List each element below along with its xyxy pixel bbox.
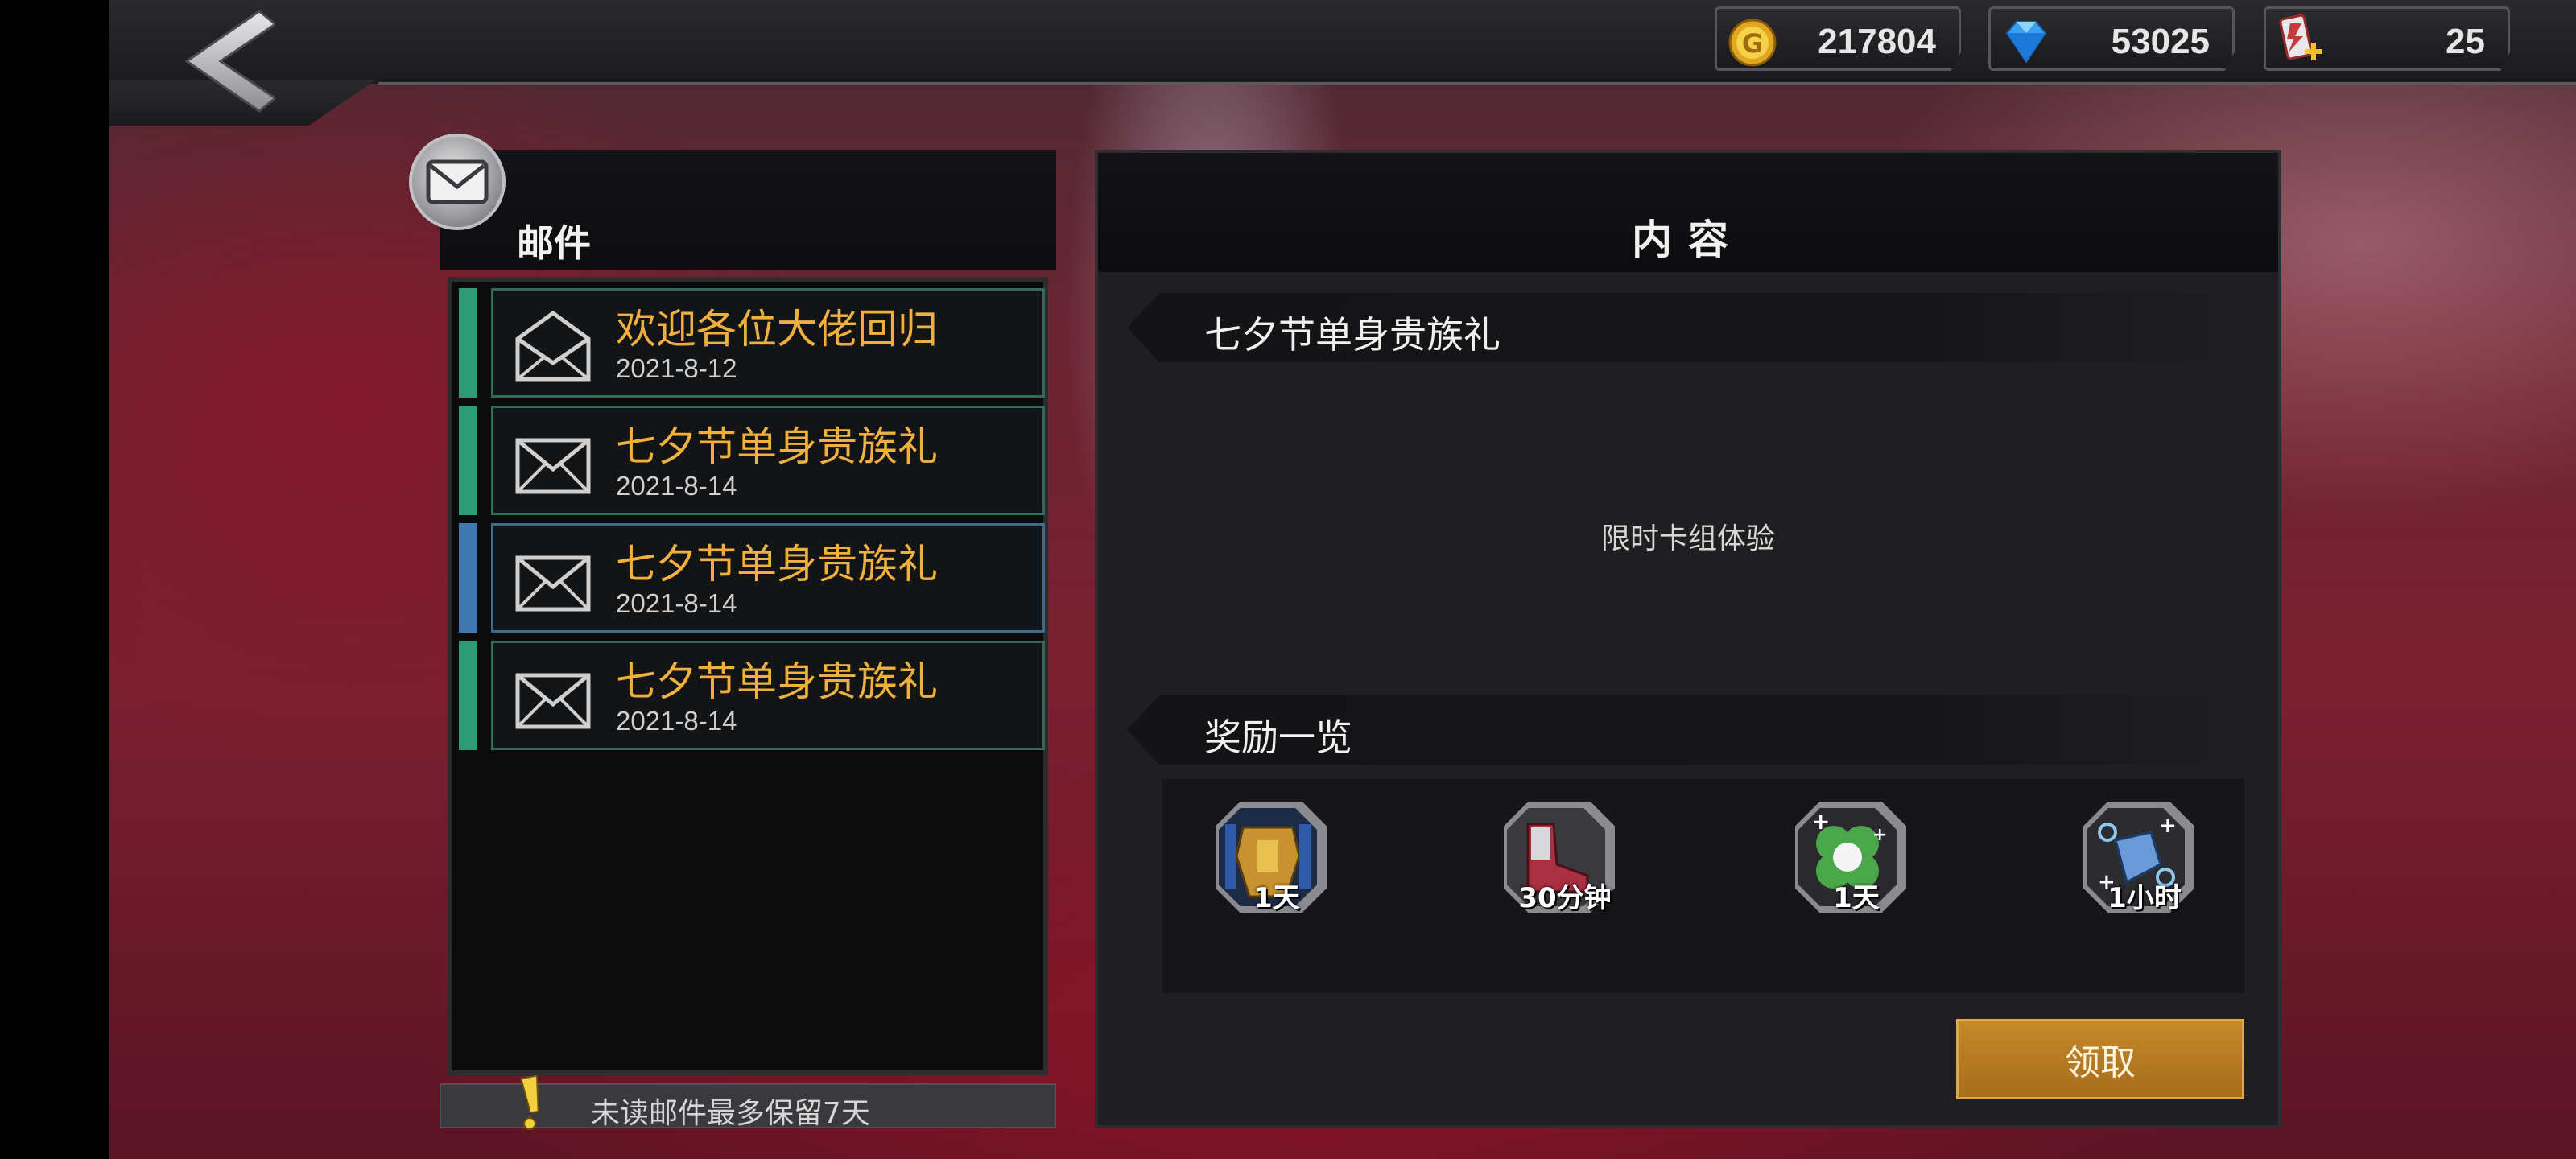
reward-duration: 1天 — [1253, 882, 1300, 914]
gold-value: 217804 — [1818, 22, 1936, 61]
mail-subject-heading: 七夕节单身贵族礼 — [1204, 313, 1501, 357]
top-bar-divider — [378, 82, 2576, 85]
envelope-icon — [515, 438, 591, 494]
mail-date: 2021-8-12 — [616, 353, 737, 383]
mail-subject: 欢迎各位大佬回归 — [616, 306, 938, 353]
content-panel: 内容 七夕节单身贵族礼 限时卡组体验 奖励一览 1天 30分钟 + + 1天 +… — [1095, 150, 2281, 1128]
envelope-open-icon — [515, 310, 591, 382]
mail-body-text: 限时卡组体验 — [1600, 522, 1775, 555]
reward-item[interactable]: + + 1小时 — [2080, 802, 2201, 922]
reward-duration: 1天 — [1833, 882, 1880, 914]
mail-date: 2021-8-14 — [616, 588, 737, 618]
exclamation-icon — [520, 1075, 539, 1130]
mail-item-accent — [459, 641, 477, 750]
svg-text:+: + — [1872, 825, 1887, 845]
mail-badge — [409, 134, 506, 230]
envelope-icon — [515, 673, 591, 729]
diamond-icon — [2005, 21, 2047, 64]
reward-duration: 1小时 — [2107, 882, 2182, 914]
mail-item-box: 七夕节单身贵族礼 2021-8-14 — [491, 523, 1045, 633]
mail-notice: 未读邮件最多保留7天 — [440, 1075, 1056, 1130]
reward-item[interactable]: 1天 — [1212, 802, 1333, 922]
mail-item[interactable]: 七夕节单身贵族礼 2021-8-14 — [459, 406, 1045, 515]
envelope-icon — [515, 555, 591, 612]
mail-panel-title: 邮件 — [517, 221, 591, 265]
mail-notice-text: 未读邮件最多保留7天 — [591, 1097, 870, 1130]
mail-subject: 七夕节单身贵族礼 — [616, 658, 938, 705]
mail-item-accent — [459, 523, 477, 633]
mail-item-box: 七夕节单身贵族礼 2021-8-14 — [491, 641, 1045, 750]
claim-button[interactable]: 领取 — [1956, 1019, 2244, 1099]
gem-counter[interactable]: 53025 — [1988, 6, 2235, 71]
mail-item[interactable]: 七夕节单身贵族礼 2021-8-14 — [459, 641, 1045, 750]
mail-item-accent — [459, 288, 477, 398]
envelope-icon — [426, 159, 489, 204]
mail-item[interactable]: 欢迎各位大佬回归 2021-8-12 — [459, 288, 1045, 398]
content-panel-title: 内容 — [1632, 217, 1744, 263]
reward-item[interactable]: + + 1天 — [1792, 802, 1913, 922]
rewards-area: 1天 30分钟 + + 1天 + + 1小时 — [1162, 779, 2244, 993]
mail-subject-bar: 七夕节单身贵族礼 — [1127, 293, 2270, 362]
reward-item[interactable]: 30分钟 — [1501, 802, 1621, 922]
chevron-left-icon — [184, 10, 278, 113]
rewards-bar: 奖励一览 — [1127, 695, 2270, 765]
back-button[interactable] — [179, 6, 278, 116]
mail-item-box: 欢迎各位大佬回归 2021-8-12 — [491, 288, 1045, 398]
screen-edge — [0, 0, 109, 1159]
game-screen: G 217804 53025 25 邮件 欢迎各位大佬回归 2021-8-12 … — [0, 0, 2576, 1159]
mail-item-selected[interactable]: 七夕节单身贵族礼 2021-8-14 — [459, 523, 1045, 633]
mail-date: 2021-8-14 — [616, 471, 737, 501]
mail-date: 2021-8-14 — [616, 706, 737, 736]
mail-panel-header: 邮件 — [440, 150, 1056, 270]
svg-text:G: G — [1742, 28, 1763, 59]
mail-subject: 七夕节单身贵族礼 — [616, 541, 938, 588]
rewards-heading: 奖励一览 — [1204, 716, 1352, 759]
mail-item-box: 七夕节单身贵族礼 2021-8-14 — [491, 406, 1045, 515]
energy-counter[interactable]: 25 — [2264, 6, 2510, 71]
gold-coin-icon: G — [1728, 19, 1777, 67]
energy-ticket-icon — [2279, 14, 2322, 60]
mail-item-accent — [459, 406, 477, 515]
gem-value: 53025 — [2111, 22, 2210, 61]
energy-value: 25 — [2446, 22, 2485, 61]
reward-duration: 30分钟 — [1518, 882, 1612, 914]
mail-subject: 七夕节单身贵族礼 — [616, 423, 938, 470]
gold-counter[interactable]: G 217804 — [1715, 6, 1961, 71]
content-panel-header: 内容 — [1098, 153, 2278, 272]
mail-list[interactable]: 欢迎各位大佬回归 2021-8-12 七夕节单身贵族礼 2021-8-14 七夕… — [448, 277, 1048, 1075]
